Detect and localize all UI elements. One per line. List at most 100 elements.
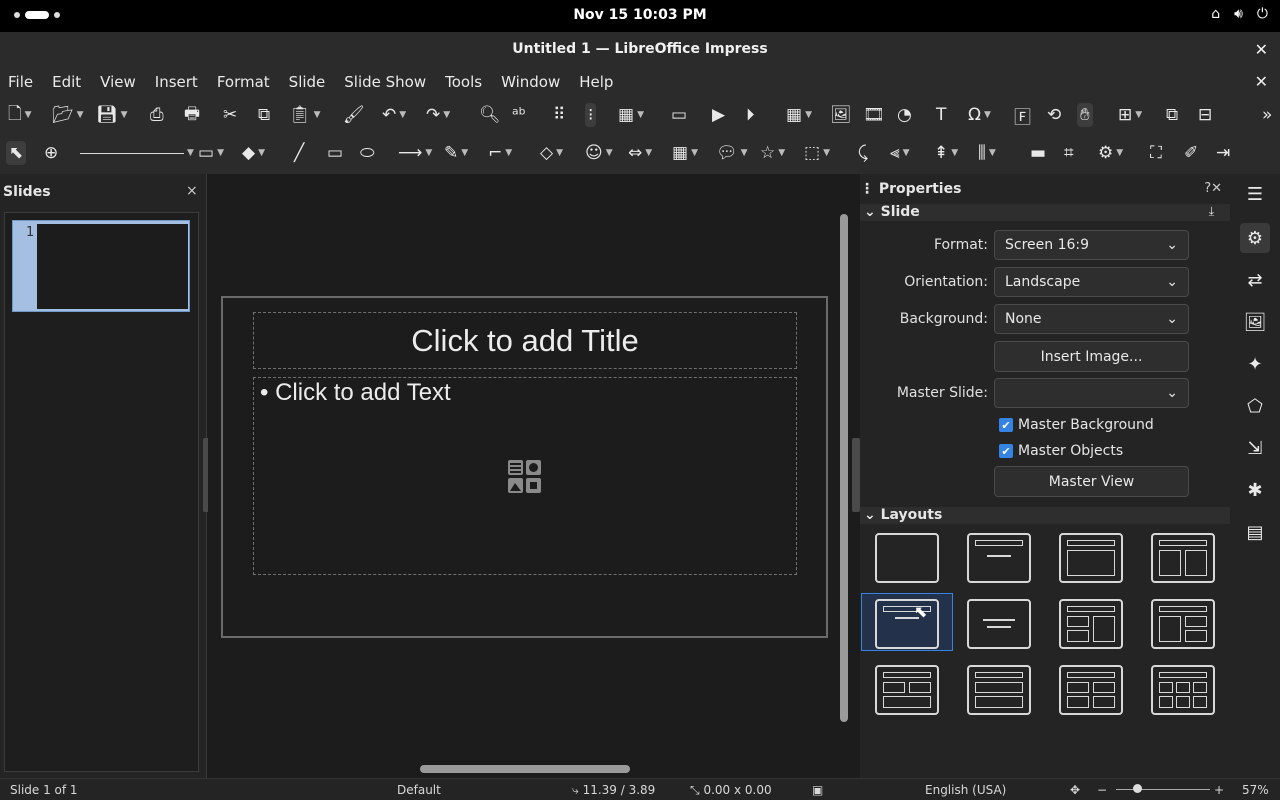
master-slides-tab-icon[interactable]: ✦ — [1240, 349, 1270, 379]
master-objects-checkbox[interactable]: ✔ Master Objects — [999, 443, 1123, 459]
fill-color-icon[interactable]: ◆ ▼ — [242, 141, 265, 165]
orientation-dropdown[interactable]: Landscape ⌄ — [994, 267, 1189, 297]
clock[interactable]: Nov 15 10:03 PM — [0, 7, 1280, 23]
align-objects-icon[interactable]: ⫷ ▼ — [890, 141, 910, 165]
master-background-checkbox[interactable]: ✔ Master Background — [999, 417, 1154, 433]
slide-thumbnail-preview[interactable] — [37, 224, 188, 309]
zoom-slider[interactable] — [1116, 789, 1210, 790]
distribute-icon[interactable]: ⫼ ▼ — [978, 141, 996, 165]
zoom-in-icon[interactable]: + — [1214, 783, 1224, 797]
callouts-icon[interactable]: 💬︎ ▼ — [716, 141, 748, 165]
language-status[interactable]: English (USA) — [925, 783, 1006, 797]
export-pdf-icon[interactable]: ⎙ — [150, 103, 164, 127]
power-icon[interactable]: ⏻ — [1257, 6, 1268, 22]
line-style-dropdown[interactable]: ▼ — [80, 141, 194, 165]
layout-title-only[interactable] — [967, 533, 1031, 583]
slide-list[interactable]: 1 — [4, 212, 199, 772]
find-replace-icon[interactable]: 🔍︎ — [479, 103, 501, 127]
paste-icon[interactable]: 📋︎ ▼ — [289, 103, 321, 127]
zoom-pan-icon[interactable]: ⊕ — [44, 141, 58, 165]
3d-objects-icon[interactable]: ⬚ ▼ — [804, 141, 830, 165]
more-options-icon[interactable]: ⤓ — [1209, 204, 1214, 219]
menu-slide[interactable]: Slide — [289, 73, 326, 91]
start-current-slide-icon[interactable]: ⏵ — [746, 103, 755, 127]
symbol-shapes-icon[interactable]: ☺ ▼ — [585, 141, 613, 165]
stars-icon[interactable]: ☆ ▼ — [760, 141, 785, 165]
insert-object-icon[interactable] — [506, 458, 544, 496]
layout-blank[interactable] — [875, 533, 939, 583]
layout-centered-text[interactable] — [967, 599, 1031, 649]
layout-title-2content-content[interactable] — [1059, 599, 1123, 649]
background-dropdown[interactable]: None ⌄ — [994, 304, 1189, 334]
properties-actions[interactable]: ?✕ — [1204, 181, 1222, 196]
special-character-icon[interactable]: Ω ▼ — [968, 103, 991, 127]
layout-title-content-2content[interactable] — [1151, 599, 1215, 649]
lines-arrows-icon[interactable]: ⟶ ▼ — [398, 141, 432, 165]
zoom-level[interactable]: 57% — [1242, 783, 1269, 797]
filter-icon[interactable]: ⚙ ▼ — [1098, 141, 1123, 165]
connectors-icon[interactable]: ⌐ ▼ — [488, 141, 512, 165]
transitions-icon[interactable]: ⟲ — [1047, 103, 1061, 127]
basic-shapes-icon[interactable]: ◇ ▼ — [540, 141, 563, 165]
open-icon[interactable]: 📂︎ ▼ — [52, 103, 84, 127]
redo-icon[interactable]: ↷ ▼ — [426, 103, 450, 127]
select-icon[interactable]: ⬉ — [6, 141, 27, 165]
layout-title-two-content[interactable] — [1151, 533, 1215, 583]
delete-slide-icon[interactable]: ⊟ — [1198, 103, 1212, 127]
format-dropdown[interactable]: Screen 16:9 ⌄ — [994, 230, 1189, 260]
vertical-scrollbar-thumb[interactable] — [840, 214, 848, 722]
menu-view[interactable]: View — [100, 73, 136, 91]
transformations-icon[interactable]: ⛶ — [1150, 141, 1162, 165]
new-document-icon[interactable]: 🗋 ▼ — [8, 103, 32, 127]
title-placeholder[interactable]: Click to add Title — [253, 312, 797, 369]
new-slide-icon[interactable]: ⊞ ▼ — [1118, 103, 1142, 127]
insert-image-icon[interactable]: 🖼︎ — [830, 103, 852, 127]
fit-slide-icon[interactable]: ✥ — [1070, 783, 1080, 797]
line-icon[interactable]: ╱ — [294, 141, 304, 165]
cut-icon[interactable]: ✂ — [223, 103, 237, 127]
styles-tab-icon[interactable]: ▤ — [1240, 517, 1270, 547]
animation-tab-icon[interactable]: 🖼︎ — [1240, 307, 1270, 337]
insert-image-button[interactable]: Insert Image... — [994, 341, 1189, 372]
slide-canvas[interactable]: Click to add Title • Click to add Text — [221, 296, 828, 638]
curves-polygons-icon[interactable]: ✎ ▼ — [444, 141, 468, 165]
zoom-slider-thumb[interactable] — [1133, 784, 1142, 793]
sidebar-menu-icon[interactable]: ☰ — [1240, 179, 1270, 209]
zoom-out-icon[interactable]: − — [1097, 783, 1107, 797]
right-pane-splitter[interactable] — [852, 438, 860, 512]
block-arrows-icon[interactable]: ⇔ ▼ — [628, 141, 652, 165]
document-modified-icon[interactable]: ▣ — [812, 783, 823, 797]
rectangle-icon[interactable]: ▭ — [327, 141, 343, 165]
menu-tools[interactable]: Tools — [445, 73, 482, 91]
points-icon[interactable]: ⤹ — [858, 141, 868, 165]
clone-formatting-icon[interactable]: 🖌︎ — [343, 103, 365, 127]
volume-icon[interactable]: 🔊︎ — [1234, 6, 1243, 22]
display-grid-icon[interactable]: ⠿ — [553, 103, 565, 127]
document-close-icon[interactable]: ✕ — [1255, 72, 1268, 91]
slide-transition-tab-icon[interactable]: ⇄ — [1240, 265, 1270, 295]
insert-table-icon[interactable]: ▦ ▼ — [786, 103, 812, 127]
layout-title-2content-over-content[interactable] — [875, 665, 939, 715]
slide-section-header[interactable]: ⌄ Slide — [864, 204, 920, 220]
layouts-section-header[interactable]: ⌄ Layouts — [864, 507, 942, 523]
master-name[interactable]: Default — [397, 783, 441, 797]
vertical-scrollbar[interactable] — [840, 214, 848, 722]
slide-thumbnail-selected[interactable]: 1 — [12, 220, 190, 312]
layout-title-slide[interactable] — [875, 599, 939, 649]
spelling-icon[interactable]: ᵃᵇ — [512, 103, 526, 127]
animation-icon[interactable]: ✋︎ — [1077, 103, 1093, 127]
glue-points-icon[interactable]: ✐ — [1184, 141, 1198, 165]
duplicate-slide-icon[interactable]: ⧉ — [1166, 103, 1178, 127]
layout-title-content[interactable] — [1059, 533, 1123, 583]
toolbar-overflow-icon[interactable]: » — [1262, 103, 1272, 127]
navigator-tab-icon[interactable]: ⇲ — [1240, 433, 1270, 463]
crop-icon[interactable]: ⌗ — [1064, 141, 1074, 165]
layout-title-6content[interactable] — [1151, 665, 1215, 715]
flowchart-icon[interactable]: ▦ ▼ — [672, 141, 698, 165]
menu-insert[interactable]: Insert — [155, 73, 198, 91]
toggle-extrusion-icon[interactable]: ⇥ — [1216, 141, 1230, 165]
shadow-icon[interactable]: ▬ — [1030, 141, 1046, 165]
menu-edit[interactable]: Edit — [52, 73, 81, 91]
arrange-icon[interactable]: ⇞ ▼ — [934, 141, 958, 165]
undo-icon[interactable]: ↶ ▼ — [382, 103, 406, 127]
